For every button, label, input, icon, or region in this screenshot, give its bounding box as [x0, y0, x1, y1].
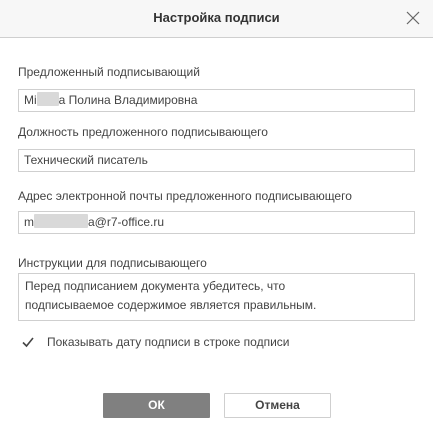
cancel-button[interactable]: Отмена	[224, 393, 331, 418]
dialog-title: Настройка подписи	[153, 10, 280, 25]
close-icon[interactable]	[403, 8, 423, 28]
email-label: Адрес электронной почты предложенного по…	[18, 189, 352, 203]
instructions-textarea[interactable]: Перед подписанием документа убедитесь, ч…	[18, 273, 415, 321]
email-input[interactable]: m a@r7-office.ru	[18, 211, 415, 234]
redacted-text	[34, 214, 88, 228]
show-date-label: Показывать дату подписи в строке подписи	[47, 335, 290, 349]
signer-name-input[interactable]: Mi а Полина Владимировна	[18, 89, 415, 112]
redacted-text	[36, 92, 59, 106]
email-prefix: m	[24, 215, 34, 229]
checkmark-icon	[22, 337, 34, 348]
show-date-checkbox[interactable]	[21, 335, 35, 349]
signer-name-prefix: Mi	[24, 93, 37, 107]
signer-label: Предложенный подписывающий	[18, 65, 200, 79]
position-label: Должность предложенного подписывающего	[18, 125, 268, 139]
instructions-line-1: Перед подписанием документа убедитесь, ч…	[25, 279, 286, 293]
signature-settings-dialog: Настройка подписи Предложенный подписыва…	[0, 0, 433, 438]
dialog-titlebar: Настройка подписи	[0, 0, 433, 38]
email-suffix: a@r7-office.ru	[88, 215, 164, 229]
ok-button[interactable]: ОК	[103, 393, 210, 418]
instructions-line-2: подписываемое содержимое является правил…	[25, 298, 317, 312]
instructions-label: Инструкции для подписывающего	[18, 256, 207, 270]
signer-name-suffix: а Полина Владимировна	[58, 93, 198, 107]
position-input[interactable]: Технический писатель	[18, 149, 415, 172]
show-date-row[interactable]: Показывать дату подписи в строке подписи	[18, 334, 290, 350]
